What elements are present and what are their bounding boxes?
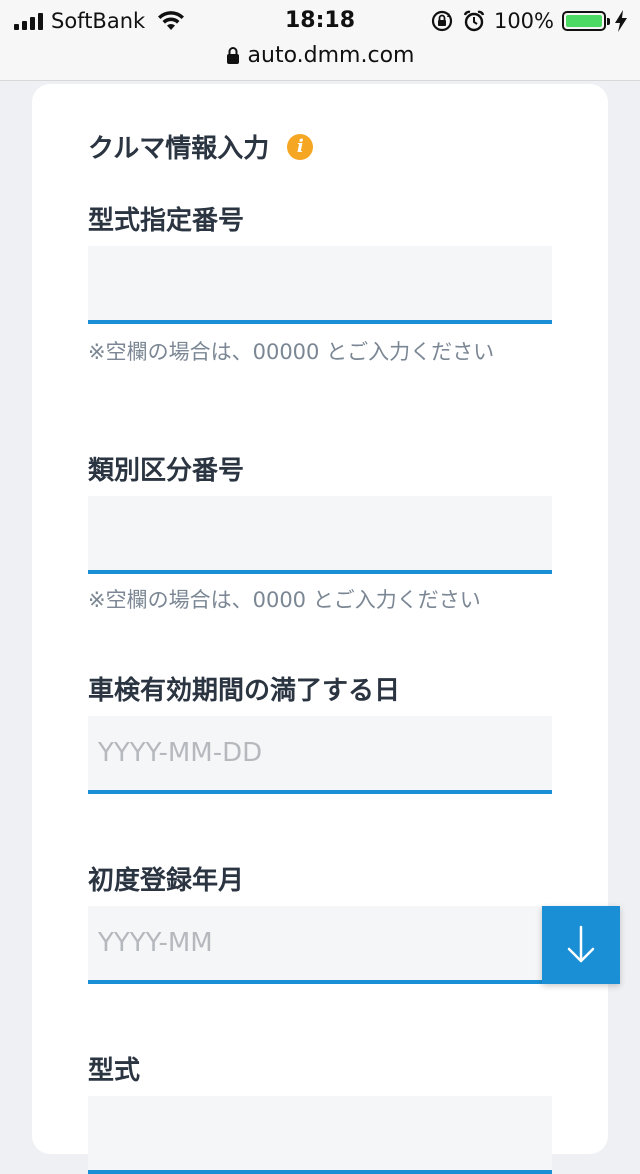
scroll-down-button[interactable]	[542, 906, 620, 984]
battery-percent: 100%	[493, 9, 554, 33]
status-bar: SoftBank 18:18 100% auto.dmm.com	[0, 0, 640, 81]
rotation-lock-icon	[431, 10, 453, 32]
model-designation-hint: ※空欄の場合は、00000 とご入力ください	[88, 340, 495, 364]
model-designation-input[interactable]	[88, 246, 552, 324]
classification-number-input[interactable]	[88, 496, 552, 574]
first-registration-label: 初度登録年月	[88, 866, 245, 896]
address-bar[interactable]: auto.dmm.com	[0, 40, 640, 70]
section-title: クルマ情報入力	[88, 134, 270, 164]
info-icon[interactable]: i	[287, 133, 314, 160]
lock-icon	[226, 47, 239, 64]
inspection-expiry-label: 車検有効期間の満了する日	[88, 676, 401, 706]
classification-number-label: 類別区分番号	[88, 456, 245, 486]
section-heading: クルマ情報入力 i	[88, 128, 314, 165]
page-url: auto.dmm.com	[247, 42, 415, 68]
classification-number-hint: ※空欄の場合は、0000 とご入力ください	[88, 588, 481, 612]
first-registration-input[interactable]	[88, 906, 552, 984]
model-designation-label: 型式指定番号	[88, 206, 245, 236]
arrow-down-icon	[567, 925, 595, 963]
alarm-icon	[463, 10, 485, 32]
model-type-input[interactable]	[88, 1096, 552, 1174]
car-info-card: クルマ情報入力 i 型式指定番号 ※空欄の場合は、00000 とご入力ください …	[32, 84, 620, 1174]
status-right: 100%	[430, 8, 628, 34]
inspection-expiry-input[interactable]	[88, 716, 552, 794]
charging-icon	[615, 10, 627, 32]
model-type-label: 型式	[88, 1056, 141, 1086]
battery-icon	[562, 11, 610, 31]
